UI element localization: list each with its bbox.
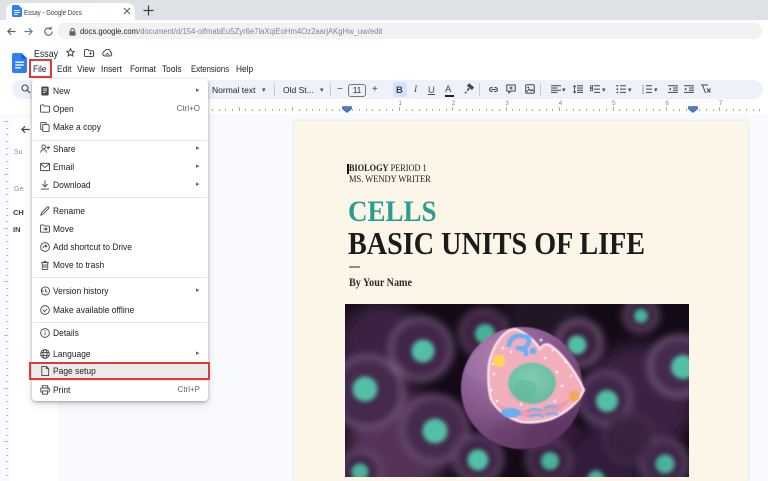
svg-text:3: 3 [642, 91, 644, 94]
